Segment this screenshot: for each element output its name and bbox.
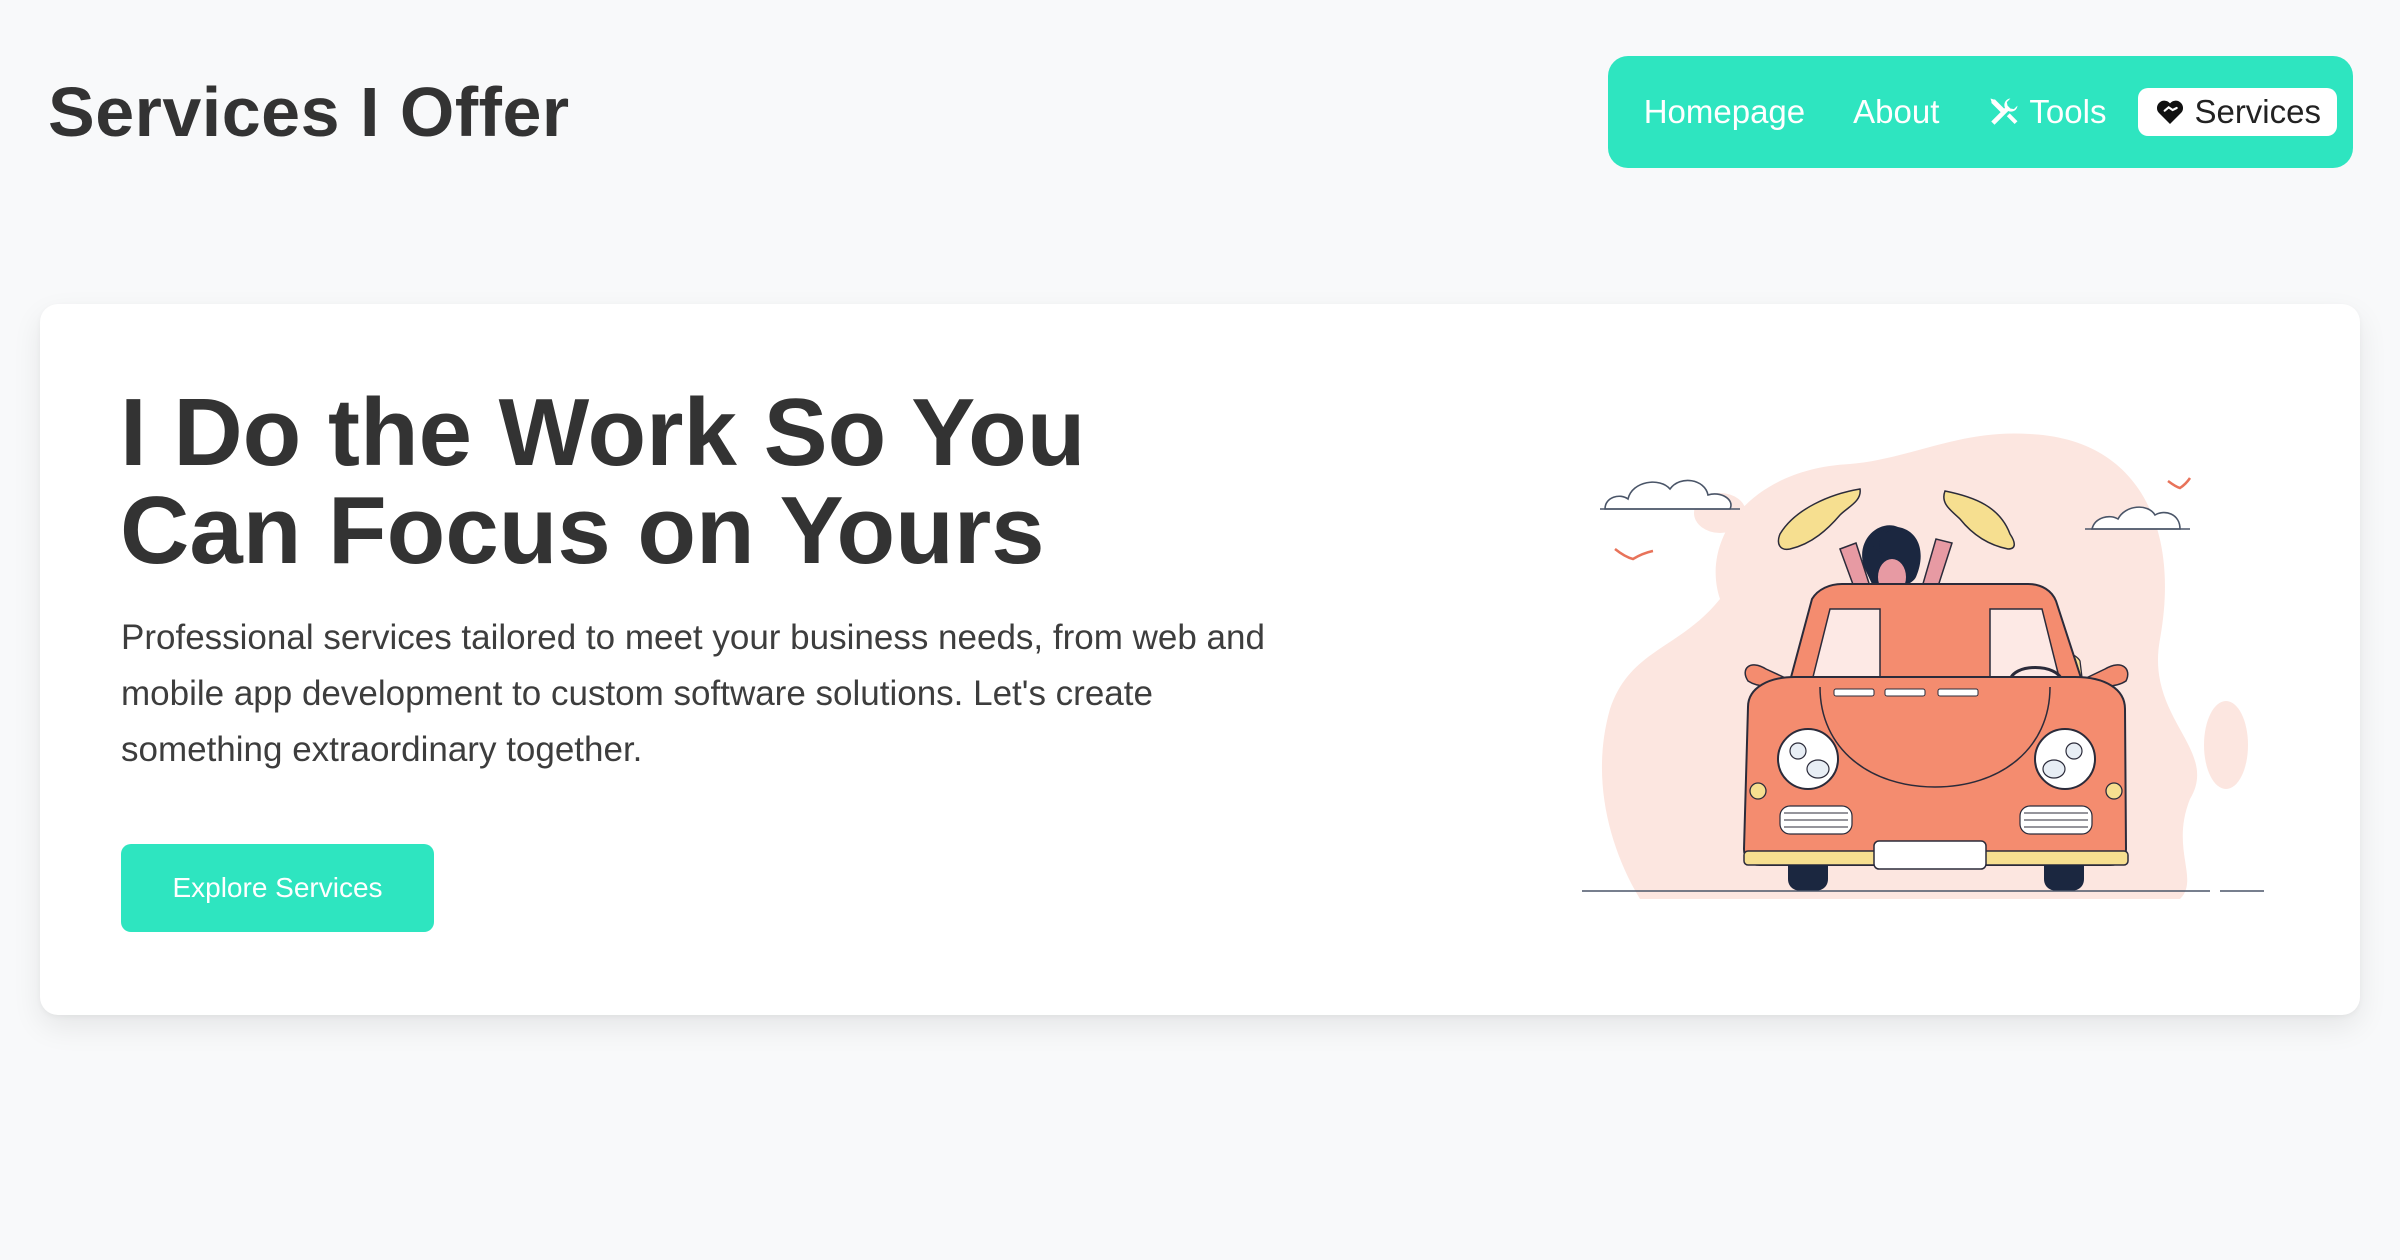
nav-item-label: Tools	[2029, 93, 2107, 130]
hero-title: I Do the Work So You Can Focus on Yours	[120, 379, 1086, 584]
explore-services-button[interactable]: Explore Services	[121, 844, 434, 932]
nav-item-about[interactable]: About	[1829, 88, 1963, 136]
page: Services I Offer Homepage About Tools Se…	[0, 0, 2400, 1260]
nav-item-homepage[interactable]: Homepage	[1620, 88, 1829, 136]
nav-item-services[interactable]: Services	[2138, 88, 2337, 136]
nav-item-tools[interactable]: Tools	[1963, 88, 2130, 136]
heart-handshake-icon	[2154, 96, 2186, 128]
nav-item-label: Homepage	[1643, 93, 1806, 130]
car-road-trip-illustration	[1582, 433, 2264, 899]
tools-icon	[1987, 95, 2021, 129]
hero-description: Professional services tailored to meet y…	[121, 618, 1265, 769]
top-nav: Homepage About Tools Services	[1608, 56, 2353, 168]
page-title: Services I Offer	[48, 73, 570, 151]
hero-card: I Do the Work So You Can Focus on Yours …	[40, 304, 2360, 1015]
nav-item-label: Services	[2194, 93, 2321, 130]
nav-item-label: About	[1853, 93, 1940, 130]
